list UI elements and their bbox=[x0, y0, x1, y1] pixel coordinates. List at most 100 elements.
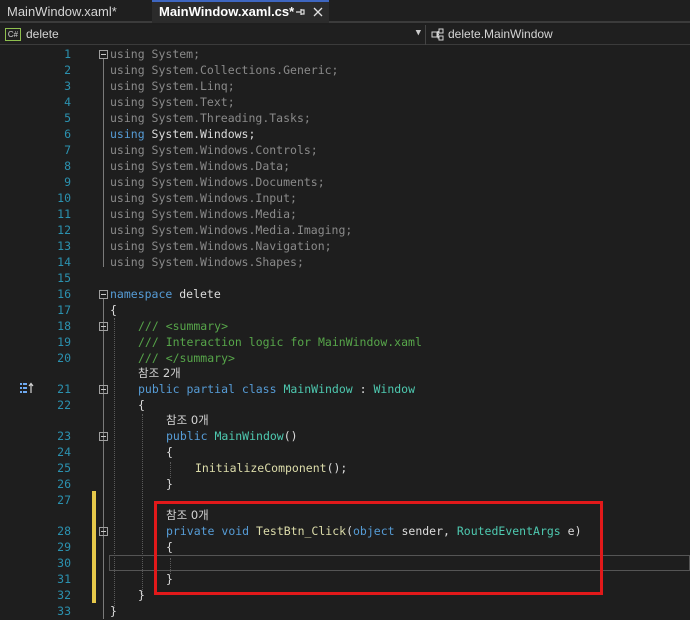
code-line: 8 using System.Windows.Data; bbox=[0, 158, 690, 174]
code-text: public partial class MainWindow : Window bbox=[138, 381, 415, 397]
line-number: 22 bbox=[57, 398, 71, 412]
project-dropdown[interactable]: C# delete ▼ bbox=[2, 25, 426, 45]
code-text: using System.Windows; bbox=[110, 126, 255, 142]
code-line: 7 using System.Windows.Controls; bbox=[0, 142, 690, 158]
tab-mainwindow-xaml[interactable]: MainWindow.xaml* bbox=[0, 0, 150, 23]
code-line: 14 using System.Windows.Shapes; bbox=[0, 254, 690, 270]
code-line: 22 { bbox=[0, 397, 690, 413]
code-editor[interactable]: 1 using System; 2 using System.Collectio… bbox=[0, 46, 690, 620]
keyword: using bbox=[110, 223, 145, 237]
line-number: 8 bbox=[64, 159, 71, 173]
keyword: using bbox=[110, 175, 145, 189]
code-text: using System.Text; bbox=[110, 94, 235, 110]
line-number: 6 bbox=[64, 127, 71, 141]
collapse-toggle[interactable] bbox=[99, 50, 108, 59]
line-number: 26 bbox=[57, 477, 71, 491]
code-text: using System.Windows.Documents; bbox=[110, 174, 325, 190]
line-number: 12 bbox=[57, 223, 71, 237]
code-line: 24 { bbox=[0, 444, 690, 460]
code-line: 16 namespace delete bbox=[0, 286, 690, 302]
code-text: using System.Windows.Navigation; bbox=[110, 238, 332, 254]
line-number: 27 bbox=[57, 493, 71, 507]
line-number: 16 bbox=[57, 287, 71, 301]
keyword: using bbox=[110, 143, 145, 157]
code-line: 1 using System; bbox=[0, 46, 690, 62]
keyword: using bbox=[110, 191, 145, 205]
code-line: 6 using System.Windows; bbox=[0, 126, 690, 142]
code-line: 3 using System.Linq; bbox=[0, 78, 690, 94]
code-text: } bbox=[138, 588, 145, 602]
code-rest: System.Threading.Tasks; bbox=[144, 111, 311, 125]
code-line: 20 /// </summary> bbox=[0, 350, 690, 366]
code-text: using System; bbox=[110, 46, 200, 62]
collapse-toggle[interactable] bbox=[99, 527, 108, 536]
annotation-highlight-box bbox=[154, 501, 603, 595]
collapse-toggle[interactable] bbox=[99, 290, 108, 299]
code-text: using System.Windows.Media.Imaging; bbox=[110, 222, 352, 238]
namespace-name: delete bbox=[172, 287, 221, 301]
code-text: using System.Windows.Media; bbox=[110, 206, 297, 222]
code-line: 26 } bbox=[0, 476, 690, 492]
code-punct: () bbox=[283, 429, 298, 443]
document-tab-bar: MainWindow.xaml* MainWindow.xaml.cs* bbox=[0, 0, 690, 23]
code-text: { bbox=[110, 303, 117, 317]
code-line: 23 public MainWindow() bbox=[0, 428, 690, 444]
doc-comment: /// </summary> bbox=[138, 351, 235, 365]
keyword: using bbox=[110, 111, 145, 125]
line-number: 1 bbox=[64, 47, 71, 61]
keyword: using bbox=[110, 127, 145, 141]
code-text: InitializeComponent(); bbox=[195, 460, 347, 476]
code-line: 25 InitializeComponent(); bbox=[0, 460, 690, 476]
line-number: 21 bbox=[57, 382, 71, 396]
line-number: 29 bbox=[57, 540, 71, 554]
keyword: namespace bbox=[110, 287, 173, 301]
line-number: 5 bbox=[64, 111, 71, 125]
member-dropdown[interactable]: delete.MainWindow bbox=[428, 25, 690, 45]
code-punct: (); bbox=[326, 461, 348, 475]
keyword: using bbox=[110, 239, 145, 253]
line-number: 30 bbox=[57, 556, 71, 570]
collapse-toggle[interactable] bbox=[99, 432, 108, 441]
line-number: 25 bbox=[57, 461, 71, 475]
code-text: using System.Windows.Shapes; bbox=[110, 254, 304, 270]
tab-mainwindow-xaml-cs[interactable]: MainWindow.xaml.cs* bbox=[152, 0, 329, 23]
code-rest: System.Windows.Navigation; bbox=[144, 239, 332, 253]
keyword: using bbox=[110, 47, 145, 61]
line-number: 18 bbox=[57, 319, 71, 333]
code-text: using System.Linq; bbox=[110, 78, 235, 94]
line-number: 2 bbox=[64, 63, 71, 77]
code-text: using System.Windows.Data; bbox=[110, 158, 290, 174]
chevron-down-icon: ▼ bbox=[415, 28, 421, 38]
code-rest: System.Windows.Documents; bbox=[144, 175, 325, 189]
code-rest: System.Windows.Media; bbox=[144, 207, 297, 221]
doc-comment: /// Interaction logic for MainWindow.xam… bbox=[138, 335, 422, 349]
code-text: namespace delete bbox=[110, 286, 221, 302]
code-text: using System.Threading.Tasks; bbox=[110, 110, 311, 126]
collapse-toggle[interactable] bbox=[99, 385, 108, 394]
keyword: using bbox=[110, 207, 145, 221]
keyword: using bbox=[110, 79, 145, 93]
keyword: partial bbox=[186, 382, 235, 396]
code-line: 5 using System.Threading.Tasks; bbox=[0, 110, 690, 126]
codelens-references[interactable]: 참조 0개 bbox=[166, 412, 209, 428]
constructor-name: MainWindow bbox=[214, 429, 284, 443]
line-number: 7 bbox=[64, 143, 71, 157]
collapse-toggle[interactable] bbox=[99, 322, 108, 331]
code-rest: System.Windows.Data; bbox=[144, 159, 291, 173]
code-text: } bbox=[110, 604, 117, 618]
code-line: 10 using System.Windows.Input; bbox=[0, 190, 690, 206]
code-line: 11 using System.Windows.Media; bbox=[0, 206, 690, 222]
code-line: 18 /// <summary> bbox=[0, 318, 690, 334]
codelens-row: 참조 0개 bbox=[0, 412, 690, 428]
code-punct: : bbox=[352, 382, 374, 396]
codelens-references[interactable]: 참조 2개 bbox=[138, 365, 181, 381]
code-rest: System.Windows.Controls; bbox=[144, 143, 318, 157]
code-rest: System.Windows.Input; bbox=[144, 191, 297, 205]
pin-icon[interactable] bbox=[292, 3, 308, 21]
line-number: 3 bbox=[64, 79, 71, 93]
line-number: 23 bbox=[57, 429, 71, 443]
code-rest: System.Windows.Shapes; bbox=[144, 255, 304, 269]
close-icon[interactable] bbox=[310, 3, 326, 21]
project-name: delete bbox=[26, 27, 59, 41]
code-text: public MainWindow() bbox=[166, 428, 298, 444]
